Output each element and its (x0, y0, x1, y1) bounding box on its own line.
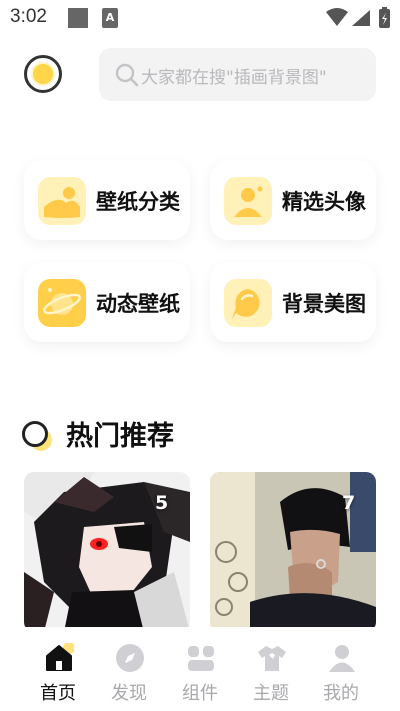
section-title: 热门推荐 (66, 421, 174, 452)
category-card-avatar[interactable]: 精选头像 (210, 160, 376, 240)
planet-icon (38, 279, 86, 327)
landscape-icon (38, 177, 86, 225)
category-label: 精选头像 (282, 190, 366, 214)
widgets-icon (188, 646, 214, 671)
wifi-icon (326, 8, 348, 26)
nav-label: 主题 (253, 683, 289, 704)
search-bar[interactable]: 大家都在搜"插画背景图" (99, 48, 376, 101)
person-icon (224, 177, 272, 225)
battery-charging-icon (379, 7, 390, 28)
home-icon (46, 643, 74, 671)
nav-item-home[interactable]: 首页 (22, 643, 94, 707)
category-card-live-wallpaper[interactable]: 动态壁纸 (24, 262, 190, 342)
chat-bubble-icon (224, 279, 272, 327)
nav-item-profile[interactable]: 我的 (305, 643, 377, 707)
section-title-dot-icon (22, 421, 48, 447)
tile-count-badge: 5 (155, 492, 169, 514)
recommend-tile[interactable]: 5 (24, 472, 190, 632)
nav-item-discover[interactable]: 发现 (93, 643, 165, 707)
nav-item-themes[interactable]: 主题 (235, 643, 307, 707)
nav-label: 我的 (323, 683, 359, 704)
notification-a-icon: A (102, 8, 118, 28)
nav-label: 发现 (111, 683, 147, 704)
nav-item-widgets[interactable]: 组件 (164, 643, 236, 707)
avatar[interactable] (24, 55, 62, 93)
system-status-icons (326, 7, 390, 28)
notification-square-icon (68, 8, 88, 28)
tile-count-badge: 7 (342, 492, 356, 514)
category-card-backgrounds[interactable]: 背景美图 (210, 262, 376, 342)
search-placeholder: 大家都在搜"插画背景图" (141, 68, 327, 88)
bottom-nav: 首页 发现 组件 主题 我的 (0, 627, 400, 711)
status-bar: 3:02 A (0, 0, 400, 36)
avatar-yellow-circle-icon (31, 62, 55, 86)
shirt-icon (258, 646, 286, 671)
search-icon (115, 63, 139, 87)
discover-icon (116, 644, 144, 672)
category-label: 壁纸分类 (96, 190, 180, 214)
status-time: 3:02 (10, 6, 47, 27)
nav-label: 组件 (182, 683, 218, 704)
category-card-wallpaper[interactable]: 壁纸分类 (24, 160, 190, 240)
category-label: 背景美图 (282, 292, 366, 316)
recommend-tile[interactable]: 7 (210, 472, 376, 632)
profile-icon (329, 645, 355, 672)
signal-icon (352, 10, 370, 26)
nav-label: 首页 (40, 683, 76, 704)
category-label: 动态壁纸 (96, 292, 180, 316)
